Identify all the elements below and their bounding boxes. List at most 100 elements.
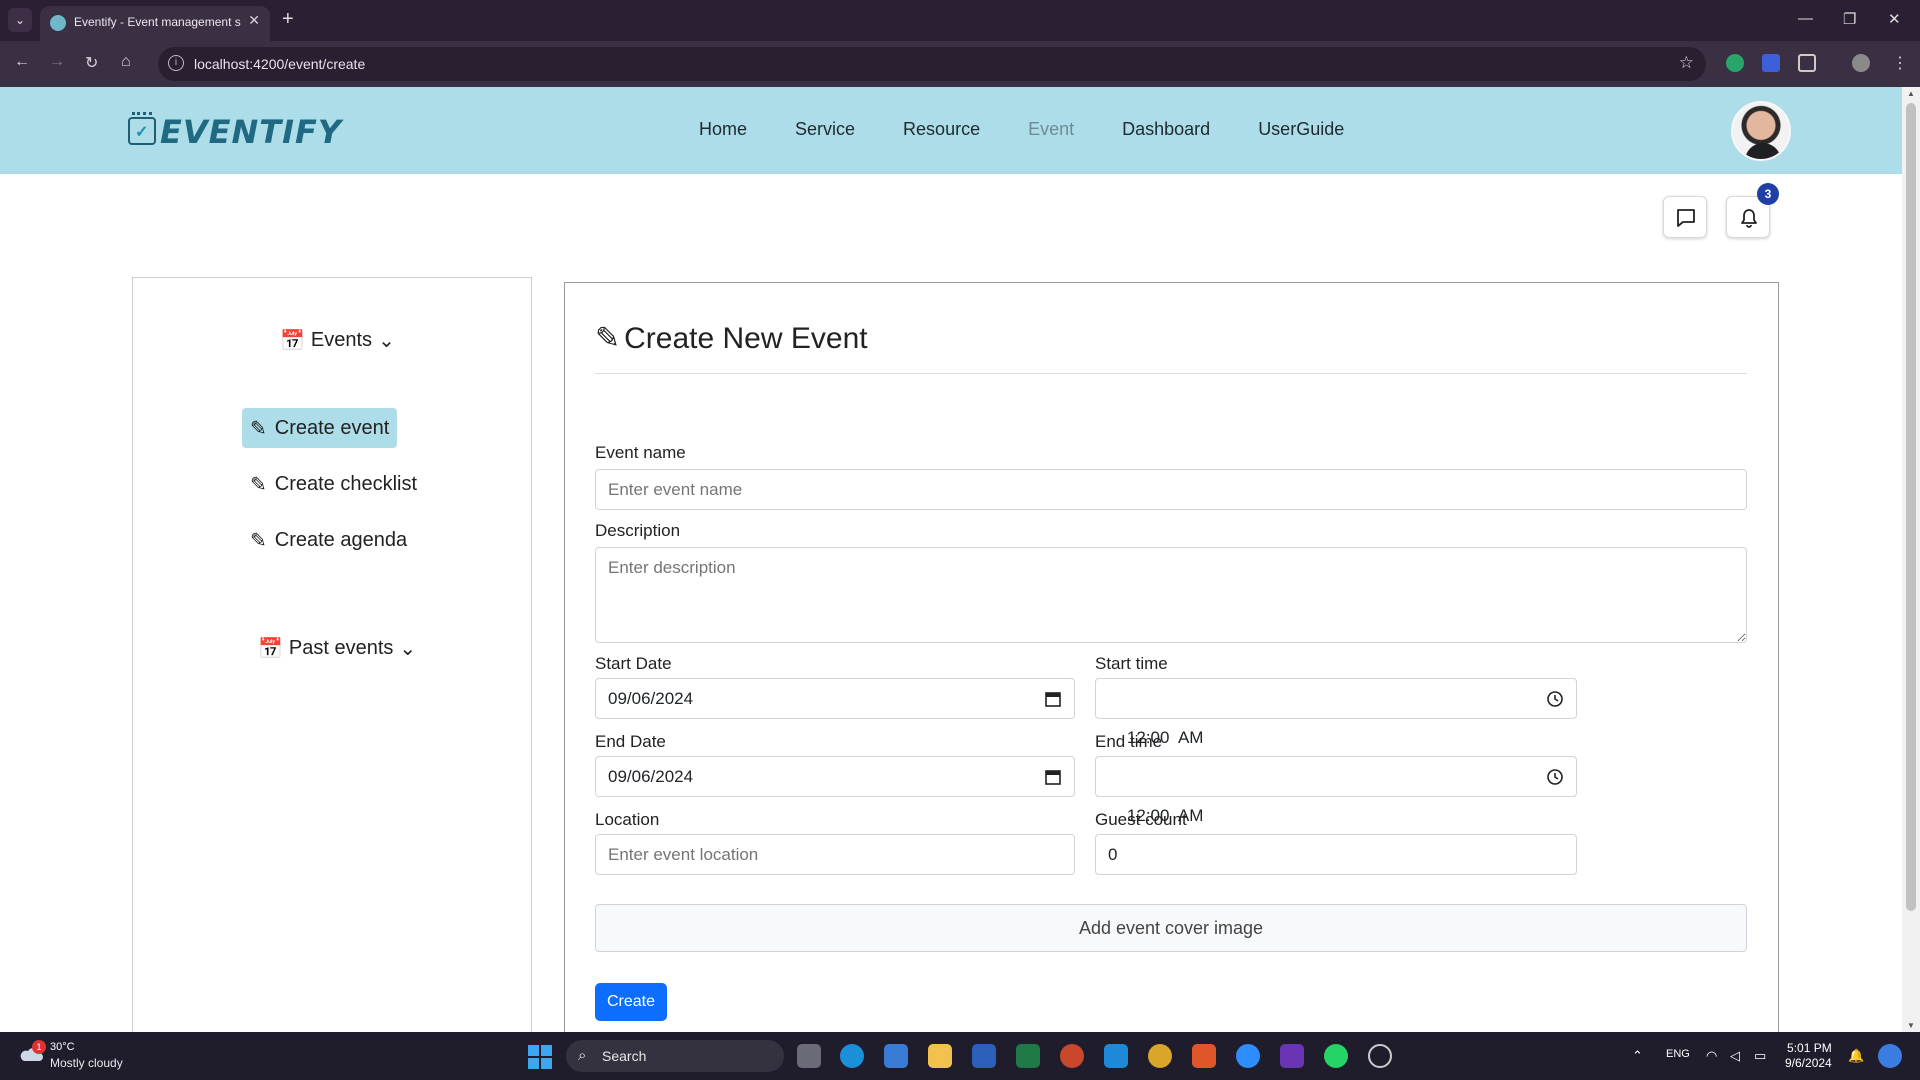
events-sidebar: 📅 Events ⌄ ✎ Create event ✎ Create check… [132, 277, 532, 1037]
sidebar-item-create-event[interactable]: ✎ Create event [242, 408, 398, 448]
tab-title: Eventify - Event management s [74, 15, 241, 29]
calendar-check-icon [128, 112, 156, 145]
guest-count-input[interactable] [1095, 834, 1577, 875]
grammarly-extension-icon[interactable] [1726, 54, 1744, 72]
taskbar-clock[interactable]: 5:01 PM 9/6/2024 [1785, 1041, 1832, 1071]
events-header-label: Events [310, 329, 373, 351]
extension-icon[interactable] [1762, 54, 1780, 72]
calendar-icon: 📅 [280, 330, 305, 352]
nav-service[interactable]: Service [795, 119, 855, 140]
add-cover-image-button[interactable]: Add event cover image [595, 904, 1747, 952]
volume-icon[interactable]: ◁ [1730, 1048, 1740, 1064]
task-view-icon[interactable] [797, 1044, 821, 1068]
windows-start-icon[interactable] [528, 1045, 552, 1069]
chat-button[interactable] [1663, 196, 1707, 238]
favicon-icon [50, 15, 66, 31]
create-button[interactable]: Create [595, 983, 667, 1021]
vscode-icon[interactable] [1104, 1044, 1128, 1068]
battery-icon[interactable]: ▭ [1754, 1048, 1766, 1064]
minimize-icon[interactable]: — [1798, 10, 1813, 27]
end-time-input[interactable]: 12:00 AM [1095, 756, 1577, 825]
browser-tab[interactable]: Eventify - Event management s ✕ [40, 6, 270, 41]
events-dropdown[interactable]: 📅 Events ⌄ [280, 328, 395, 353]
clock-icon[interactable] [1546, 690, 1564, 708]
description-textarea[interactable] [595, 547, 1747, 643]
end-date-label: End Date [595, 732, 666, 751]
copilot-icon[interactable] [1878, 1044, 1902, 1068]
past-events-header-label: Past events [288, 637, 394, 659]
end-date-input[interactable]: 09/06/2024 [595, 756, 1075, 797]
new-tab-button[interactable]: + [282, 8, 294, 31]
past-events-dropdown[interactable]: 📅 Past events ⌄ [258, 636, 416, 661]
chevron-down-icon: ⌄ [378, 330, 395, 352]
create-event-card: ✎ Create New Event Event name Descriptio… [564, 282, 1779, 1042]
profile-icon[interactable] [1852, 54, 1870, 72]
home-icon[interactable]: ⌂ [121, 53, 131, 71]
word-icon[interactable] [972, 1044, 996, 1068]
obs-icon[interactable] [1368, 1044, 1392, 1068]
main-menu: Home Service Resource Event Dashboard Us… [699, 119, 1392, 140]
start-date-label: Start Date [595, 654, 672, 673]
sidebar-item-create-checklist[interactable]: ✎ Create checklist [242, 464, 425, 504]
taskbar-search[interactable]: ⌕ Search [566, 1040, 784, 1072]
brave-icon[interactable] [1192, 1044, 1216, 1068]
tab-close-icon[interactable]: ✕ [248, 12, 260, 29]
tray-overflow-icon[interactable]: ⌃ [1632, 1048, 1643, 1064]
address-bar[interactable]: i localhost:4200/event/create ☆ [158, 47, 1706, 81]
edit-icon: ✎ [250, 473, 267, 496]
start-time-input[interactable]: 12:00 AM [1095, 678, 1577, 747]
window-close-icon[interactable]: ✕ [1888, 10, 1901, 28]
clock-icon[interactable] [1546, 768, 1564, 786]
back-icon[interactable]: ← [14, 53, 30, 71]
language-indicator[interactable]: ENG [1666, 1048, 1690, 1060]
nav-resource[interactable]: Resource [903, 119, 980, 140]
browser-toolbar: ← → ↻ ⌂ i localhost:4200/event/create ☆ … [0, 41, 1920, 87]
page-title: ✎ Create New Event [595, 321, 868, 356]
zoom-icon[interactable] [1236, 1044, 1260, 1068]
page-scrollbar[interactable]: ▲ ▼ [1902, 87, 1920, 1032]
calendar-picker-icon[interactable] [1044, 768, 1062, 786]
browser-menu-icon[interactable]: ⋮ [1892, 53, 1908, 73]
powerpoint-icon[interactable] [1060, 1044, 1084, 1068]
notification-center-icon[interactable]: 🔔 [1848, 1048, 1864, 1064]
forward-icon[interactable]: → [49, 53, 65, 71]
weather-temperature[interactable]: 30°C [50, 1041, 75, 1053]
windows-taskbar: 1 30°C Mostly cloudy ⌕ Search ⌃ ENG ◠ ◁ … [0, 1032, 1920, 1080]
whatsapp-icon[interactable] [1324, 1044, 1348, 1068]
restore-icon[interactable]: ❐ [1843, 10, 1856, 28]
calendar-picker-icon[interactable] [1044, 690, 1062, 708]
sidebar-item-create-agenda[interactable]: ✎ Create agenda [242, 520, 415, 560]
site-info-icon[interactable]: i [168, 55, 184, 71]
start-date-input[interactable]: 09/06/2024 [595, 678, 1075, 719]
nav-event[interactable]: Event [1028, 119, 1074, 140]
excel-icon[interactable] [1016, 1044, 1040, 1068]
visual-studio-icon[interactable] [1280, 1044, 1304, 1068]
nav-userguide[interactable]: UserGuide [1258, 119, 1344, 140]
calendar-icon: 📅 [258, 638, 283, 660]
scroll-up-icon[interactable]: ▲ [1907, 89, 1915, 98]
description-label: Description [595, 521, 681, 540]
nav-home[interactable]: Home [699, 119, 747, 140]
reload-icon[interactable]: ↻ [85, 53, 98, 73]
location-input[interactable] [595, 834, 1075, 875]
bell-icon [1741, 209, 1757, 228]
scrollbar-thumb[interactable] [1906, 103, 1916, 911]
edit-icon: ✎ [595, 322, 621, 355]
bookmark-star-icon[interactable]: ☆ [1679, 53, 1694, 73]
url-text[interactable]: localhost:4200/event/create [194, 56, 365, 72]
event-name-input[interactable] [595, 469, 1747, 510]
chrome-icon[interactable] [1148, 1044, 1172, 1068]
edge-icon[interactable] [840, 1044, 864, 1068]
search-icon: ⌕ [578, 1047, 587, 1064]
store-icon[interactable] [884, 1044, 908, 1068]
extensions-puzzle-icon[interactable] [1798, 54, 1816, 72]
scroll-down-icon[interactable]: ▼ [1907, 1021, 1915, 1030]
browser-tab-strip: ⌄ Eventify - Event management s ✕ + — ❐ … [0, 0, 1920, 41]
weather-description[interactable]: Mostly cloudy [50, 1056, 123, 1070]
event-name-label: Event name [595, 443, 686, 462]
tab-search-button[interactable]: ⌄ [8, 8, 32, 32]
file-explorer-icon[interactable] [928, 1044, 952, 1068]
wifi-icon[interactable]: ◠ [1706, 1048, 1717, 1064]
user-avatar[interactable] [1731, 101, 1791, 161]
nav-dashboard[interactable]: Dashboard [1122, 119, 1210, 140]
